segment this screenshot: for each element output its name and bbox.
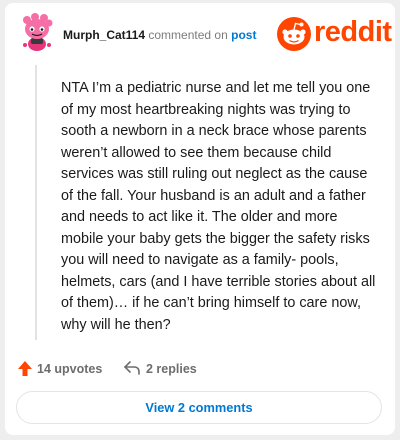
- username-link[interactable]: Murph_Cat114: [63, 28, 145, 42]
- reply-arrow-icon: [124, 361, 140, 375]
- comment-header: Murph_Cat114 commented on post reddit: [5, 3, 395, 63]
- comment-card: Murph_Cat114 commented on post reddit NT…: [5, 3, 395, 435]
- reddit-wordmark: reddit: [314, 16, 392, 48]
- upvote-button[interactable]: 14 upvotes: [17, 358, 117, 380]
- avatar[interactable]: [17, 12, 57, 52]
- replies-count: 2 replies: [146, 362, 197, 376]
- upvote-arrow-icon: [18, 361, 32, 376]
- comment-body: NTA I’m a pediatric nurse and let me tel…: [61, 80, 376, 333]
- post-link[interactable]: post: [231, 28, 256, 42]
- upvote-count: 14 upvotes: [37, 362, 103, 376]
- thread-line[interactable]: [35, 65, 37, 340]
- reddit-snoo-icon: [277, 17, 311, 51]
- view-comments-button[interactable]: View 2 comments: [16, 391, 382, 424]
- commented-on-label: commented on: [148, 28, 228, 42]
- comment-meta: Murph_Cat114 commented on post: [63, 28, 256, 42]
- replies-button[interactable]: 2 replies: [123, 358, 223, 380]
